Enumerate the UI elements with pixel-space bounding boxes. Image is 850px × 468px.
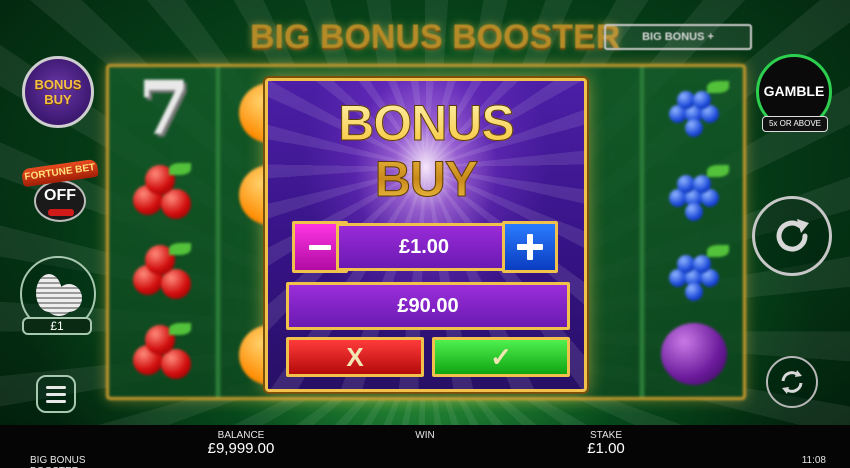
- spin-arrow-icon: [776, 219, 809, 252]
- bonus-cost-value: £90.00: [286, 282, 570, 330]
- menu-button[interactable]: [36, 375, 76, 413]
- cherry-symbol: [125, 159, 203, 231]
- plum-symbol: [655, 319, 733, 391]
- bonus-buy-title: BONUS BUY: [268, 95, 584, 208]
- title-badge: BIG BONUS +: [604, 24, 752, 50]
- seven-symbol: 7: [138, 66, 190, 152]
- grapes-symbol: [655, 75, 733, 147]
- bonus-buy-button[interactable]: BONUS BUY: [22, 56, 94, 128]
- bonus-buy-title-line2: BUY: [374, 151, 479, 208]
- win-label: WIN: [415, 430, 435, 441]
- checkmark-icon: ✓: [490, 341, 512, 372]
- cherry-symbol: [125, 319, 203, 391]
- bonus-buy-label-line2: BUY: [44, 92, 72, 107]
- bonus-buy-label-line1: BONUS: [34, 77, 82, 92]
- bonus-buy-title-line1: BONUS: [338, 95, 516, 152]
- minus-icon: [309, 244, 331, 250]
- fortune-bet-indicator: [48, 209, 74, 216]
- spin-button[interactable]: [752, 196, 832, 276]
- fortune-bet-toggle[interactable]: OFF FORTUNE BET: [21, 158, 99, 228]
- game-name-label: BIG BONUS BOOSTER: [30, 455, 86, 468]
- gamble-condition: 5x OR ABOVE: [762, 116, 828, 132]
- cherry-symbol: [125, 239, 203, 311]
- fortune-bet-switch[interactable]: OFF: [34, 180, 86, 222]
- grapes-symbol: [655, 239, 733, 311]
- stake-value: £1.00: [336, 223, 512, 271]
- reel-6: [645, 67, 743, 397]
- coin-value-label[interactable]: £1: [22, 317, 92, 335]
- confirm-button[interactable]: ✓: [432, 337, 570, 377]
- fortune-bet-state: OFF: [44, 187, 76, 204]
- game-title-logo: BIG BONUS BOOSTER: [250, 18, 621, 56]
- bottom-info-bar: BALANCE £9,999.00 WIN STAKE £1.00 BIG BO…: [0, 425, 850, 468]
- clock: 11:08: [801, 455, 826, 466]
- stake-stepper: £1.00: [292, 221, 562, 273]
- game-stage: BIG BONUS BOOSTER BIG BONUS + 7 BONUS BU…: [0, 0, 850, 425]
- balance-value: £9,999.00: [207, 440, 275, 457]
- grapes-symbol: [655, 159, 733, 231]
- increase-stake-button[interactable]: [502, 221, 558, 273]
- autoplay-arrows-icon: [781, 370, 803, 394]
- gamble-label: GAMBLE: [763, 83, 825, 99]
- bonus-buy-dialog: BONUS BUY £1.00 £90.00 X ✓: [265, 78, 587, 392]
- cancel-button[interactable]: X: [286, 337, 424, 377]
- plus-icon: [517, 234, 543, 260]
- autoplay-button[interactable]: [766, 356, 818, 408]
- stake-total-value: £1.00: [587, 440, 625, 457]
- hamburger-icon: [46, 385, 66, 389]
- reel-1: 7: [115, 66, 213, 397]
- close-icon: X: [346, 341, 364, 372]
